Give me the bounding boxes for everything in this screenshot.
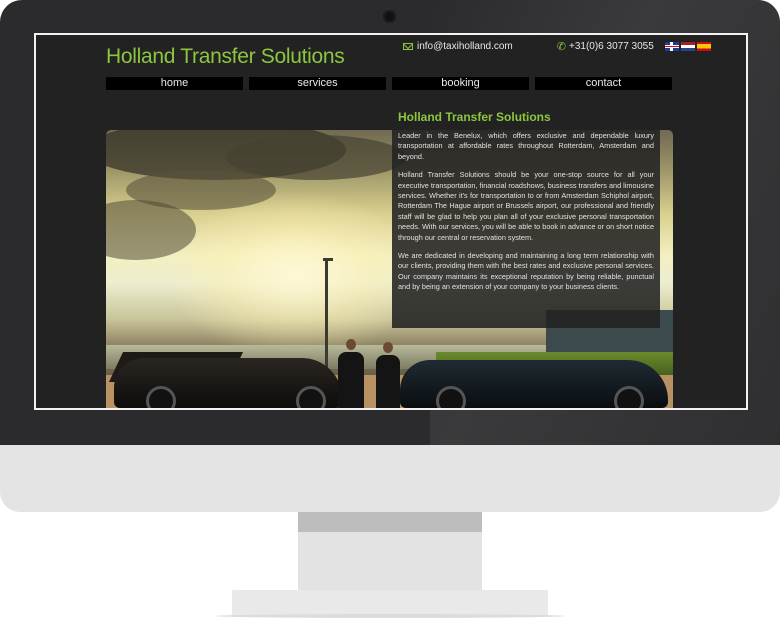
mail-icon (403, 43, 413, 50)
contact-bar: info@taxiholland.com ✆ +31(0)6 3077 3055 (403, 40, 713, 53)
uk-flag-icon[interactable] (664, 42, 679, 51)
info-paragraph-relationship: We are dedicated in developing and maint… (398, 251, 654, 292)
language-selector (664, 42, 713, 51)
info-paragraph-intro: Leader in the Benelux, which offers excl… (398, 131, 654, 161)
nav-item-services[interactable]: services (249, 77, 386, 90)
spain-flag-icon[interactable] (696, 42, 711, 51)
monitor-stand-joint (298, 512, 482, 532)
phone-number: +31(0)6 3077 3055 (568, 41, 654, 52)
camera-icon (383, 10, 396, 23)
main-nav: home services booking contact (106, 77, 672, 90)
info-title: Holland Transfer Solutions (398, 110, 551, 124)
email-link[interactable]: info@taxiholland.com (417, 41, 513, 52)
monitor-stand-base (232, 590, 548, 616)
nav-item-home[interactable]: home (106, 77, 243, 90)
monitor-stand-shadow (215, 614, 565, 618)
info-paragraph-services: Holland Transfer Solutions should be you… (398, 170, 654, 242)
info-panel: Holland Transfer Solutions Leader in the… (392, 103, 660, 328)
website-screen: Holland Transfer Solutions info@taxiholl… (34, 33, 748, 410)
site-title[interactable]: Holland Transfer Solutions (106, 45, 345, 69)
nav-item-booking[interactable]: booking (392, 77, 529, 90)
nav-item-contact[interactable]: contact (535, 77, 672, 90)
phone-icon: ✆ (556, 41, 566, 53)
monitor-chin (0, 445, 780, 512)
netherlands-flag-icon[interactable] (680, 42, 695, 51)
